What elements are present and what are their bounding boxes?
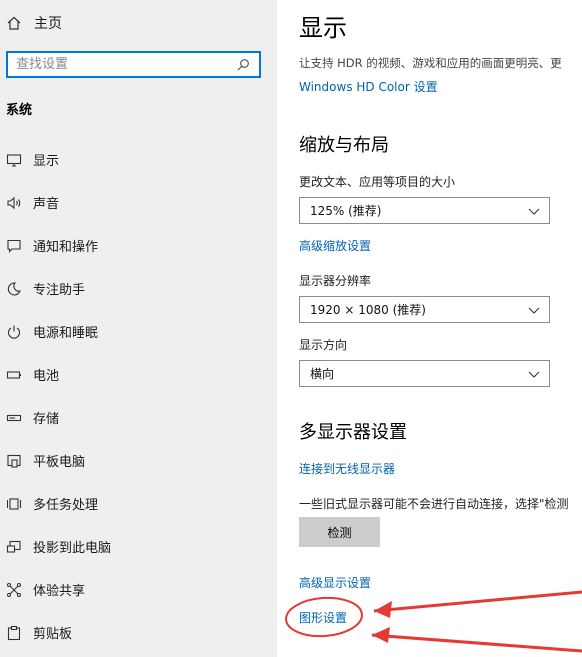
nav-list: 显示 声音 通知和操作 专注助手 电源和睡眠 电池 存储 平板电脑 多任务处理 … bbox=[0, 138, 277, 654]
power-icon bbox=[6, 324, 22, 340]
sidebar-item-label: 电源和睡眠 bbox=[33, 326, 99, 341]
sidebar-item-focus-assist[interactable]: 专注助手 bbox=[0, 267, 277, 310]
sidebar-item-label: 电池 bbox=[33, 369, 60, 384]
chevron-down-icon bbox=[528, 307, 540, 314]
sidebar: 主页 系统 显示 声音 通知和操作 bbox=[0, 0, 277, 657]
scale-dropdown[interactable]: 125% (推荐) bbox=[299, 197, 550, 224]
clipboard-icon bbox=[6, 625, 22, 641]
multitasking-icon bbox=[6, 496, 22, 512]
tablet-icon bbox=[6, 453, 22, 469]
sidebar-item-label: 声音 bbox=[33, 197, 60, 212]
sidebar-item-clipboard[interactable]: 剪贴板 bbox=[0, 611, 277, 654]
resolution-label: 显示器分辨率 bbox=[299, 274, 372, 288]
sidebar-item-multitasking[interactable]: 多任务处理 bbox=[0, 482, 277, 525]
chevron-down-icon bbox=[528, 208, 540, 215]
sidebar-item-label: 存储 bbox=[33, 412, 60, 427]
multi-display-heading: 多显示器设置 bbox=[299, 422, 407, 443]
home-nav[interactable]: 主页 bbox=[6, 12, 62, 34]
windows-hd-color-link[interactable]: Windows HD Color 设置 bbox=[299, 78, 438, 95]
sidebar-item-sound[interactable]: 声音 bbox=[0, 181, 277, 224]
sidebar-item-display[interactable]: 显示 bbox=[0, 138, 277, 181]
sidebar-item-battery[interactable]: 电池 bbox=[0, 353, 277, 396]
project-icon bbox=[6, 539, 22, 555]
sidebar-item-tablet[interactable]: 平板电脑 bbox=[0, 439, 277, 482]
battery-icon bbox=[6, 367, 22, 383]
sidebar-item-shared-experiences[interactable]: 体验共享 bbox=[0, 568, 277, 611]
sidebar-item-label: 平板电脑 bbox=[33, 455, 86, 470]
sidebar-item-label: 体验共享 bbox=[33, 584, 86, 599]
advanced-scaling-link[interactable]: 高级缩放设置 bbox=[299, 237, 371, 254]
moon-icon bbox=[6, 281, 22, 297]
orientation-dropdown[interactable]: 横向 bbox=[299, 360, 550, 387]
graphics-settings-link[interactable]: 图形设置 bbox=[299, 609, 347, 626]
hdr-description: 让支持 HDR 的视频、游戏和应用的画面更明亮、更 bbox=[299, 56, 562, 70]
advanced-display-link[interactable]: 高级显示设置 bbox=[299, 574, 371, 591]
page-title: 显示 bbox=[299, 14, 347, 42]
wireless-display-link[interactable]: 连接到无线显示器 bbox=[299, 460, 395, 477]
sidebar-item-label: 投影到此电脑 bbox=[33, 541, 112, 556]
monitor-icon bbox=[6, 152, 22, 168]
search-icon[interactable] bbox=[233, 55, 253, 75]
scale-section-heading: 缩放与布局 bbox=[299, 135, 389, 156]
home-label: 主页 bbox=[34, 16, 62, 32]
notification-icon bbox=[6, 238, 22, 254]
sidebar-item-storage[interactable]: 存储 bbox=[0, 396, 277, 439]
share-icon bbox=[6, 582, 22, 598]
search-input[interactable] bbox=[8, 53, 233, 76]
detect-button[interactable]: 检测 bbox=[299, 517, 380, 547]
sidebar-item-power-sleep[interactable]: 电源和睡眠 bbox=[0, 310, 277, 353]
home-icon bbox=[6, 15, 22, 31]
storage-icon bbox=[6, 410, 22, 426]
resolution-dropdown[interactable]: 1920 × 1080 (推荐) bbox=[299, 296, 550, 323]
sidebar-item-label: 显示 bbox=[33, 154, 60, 169]
detect-description: 一些旧式显示器可能不会进行自动连接，选择"检测 bbox=[299, 497, 569, 511]
scale-value: 125% (推荐) bbox=[310, 204, 382, 218]
search-box[interactable] bbox=[6, 51, 261, 78]
sidebar-item-notifications[interactable]: 通知和操作 bbox=[0, 224, 277, 267]
section-title: 系统 bbox=[6, 103, 33, 118]
sidebar-item-label: 通知和操作 bbox=[33, 240, 99, 255]
sidebar-item-project[interactable]: 投影到此电脑 bbox=[0, 525, 277, 568]
chevron-down-icon bbox=[528, 371, 540, 378]
sidebar-item-label: 多任务处理 bbox=[33, 498, 99, 513]
sidebar-item-label: 剪贴板 bbox=[33, 627, 73, 642]
sidebar-item-label: 专注助手 bbox=[33, 283, 86, 298]
speaker-icon bbox=[6, 195, 22, 211]
main-content: 显示 让支持 HDR 的视频、游戏和应用的画面更明亮、更 Windows HD … bbox=[299, 0, 582, 657]
orientation-value: 横向 bbox=[310, 367, 335, 381]
orientation-label: 显示方向 bbox=[299, 338, 348, 352]
scale-label: 更改文本、应用等项目的大小 bbox=[299, 175, 456, 189]
resolution-value: 1920 × 1080 (推荐) bbox=[310, 303, 426, 317]
